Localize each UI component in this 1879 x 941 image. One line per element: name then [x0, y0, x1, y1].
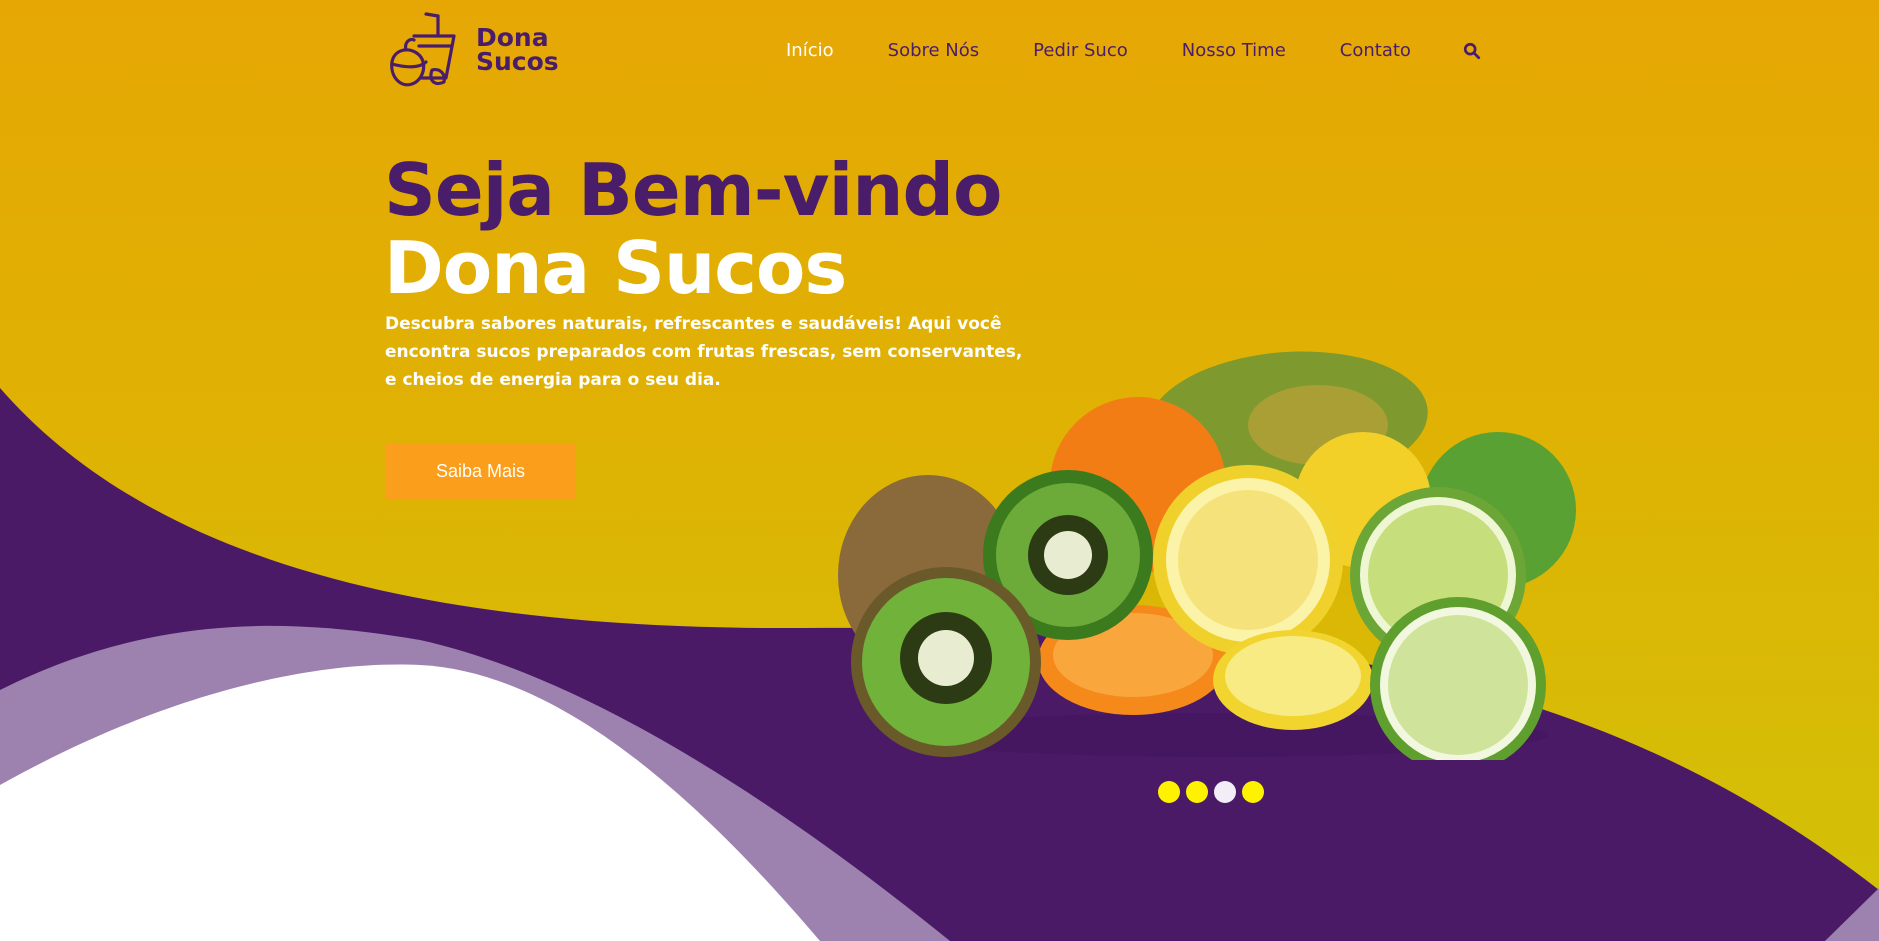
carousel-dot-2[interactable] — [1186, 781, 1208, 803]
carousel-dot-3[interactable] — [1214, 781, 1236, 803]
carousel-dot-1[interactable] — [1158, 781, 1180, 803]
nav-item-sobre-nos[interactable]: Sobre Nós — [888, 40, 980, 61]
nav-item-pedir-suco[interactable]: Pedir Suco — [1033, 40, 1128, 61]
brand-name: Dona Sucos — [476, 25, 559, 76]
brand-logo[interactable]: Dona Sucos — [388, 12, 559, 88]
saiba-mais-button[interactable]: Saiba Mais — [385, 443, 576, 500]
hero-title-line2: Dona Sucos — [384, 226, 847, 310]
nav-item-inicio[interactable]: Início — [786, 40, 834, 61]
hero-title-line1: Seja Bem-vindo — [384, 148, 1003, 232]
brand-name-line2: Sucos — [476, 47, 559, 76]
fruit-pile-image — [838, 351, 1576, 760]
nav-item-nosso-time[interactable]: Nosso Time — [1182, 40, 1286, 61]
nav-item-contato[interactable]: Contato — [1340, 40, 1411, 61]
hero-title: Seja Bem-vindo Dona Sucos — [384, 148, 1003, 310]
main-nav: Início Sobre Nós Pedir Suco Nosso Time C… — [786, 40, 1481, 61]
search-icon[interactable] — [1463, 42, 1481, 60]
juice-cup-fruit-icon — [390, 12, 456, 87]
carousel-indicators — [1158, 781, 1264, 803]
carousel-dot-4[interactable] — [1242, 781, 1264, 803]
